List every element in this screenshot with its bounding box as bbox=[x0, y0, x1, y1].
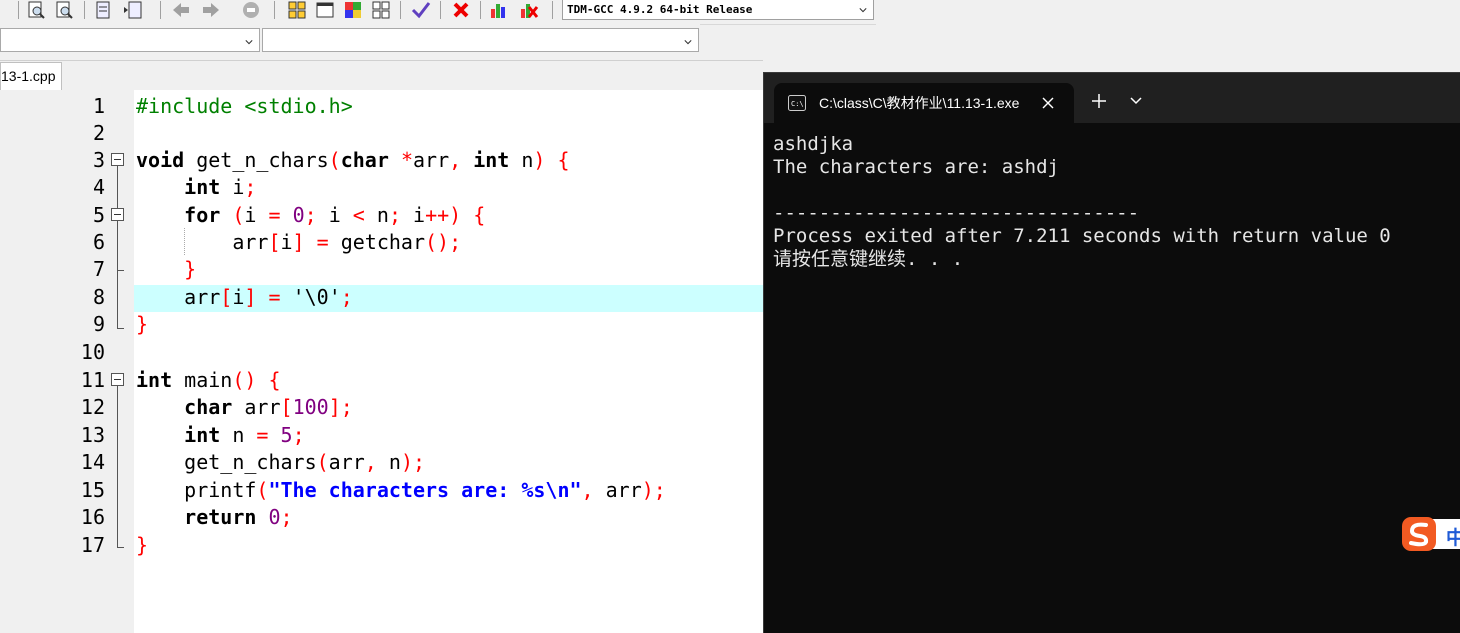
terminal-titlebar: C:\ C:\class\C\教材作业\11.13-1.exe bbox=[764, 73, 1460, 123]
fold-end bbox=[117, 328, 124, 329]
code-line: int i; bbox=[184, 175, 257, 199]
line-number: 1 bbox=[92, 94, 105, 118]
line-number: 14 bbox=[80, 450, 105, 474]
terminal-window[interactable]: C:\ C:\class\C\教材作业\11.13-1.exe ashdjka … bbox=[763, 72, 1460, 633]
fold-toggle[interactable] bbox=[111, 208, 124, 221]
close-icon[interactable] bbox=[1038, 93, 1058, 113]
fold-guide bbox=[117, 386, 118, 548]
find-icon[interactable] bbox=[26, 0, 48, 20]
line-number-gutter: 1 2 3 4 5 6 7 8 9 10 11 12 13 14 15 16 1… bbox=[0, 90, 134, 633]
code-line: char arr[100]; bbox=[184, 395, 353, 419]
line-number: 15 bbox=[80, 478, 105, 502]
editor-tabbar: 13-1.cpp bbox=[0, 60, 763, 91]
fold-guide bbox=[117, 166, 118, 329]
code-line: return 0; bbox=[184, 505, 293, 529]
terminal-tab[interactable]: C:\ C:\class\C\教材作业\11.13-1.exe bbox=[774, 83, 1074, 123]
delete-icon[interactable] bbox=[450, 0, 472, 20]
terminal-line: 请按任意键继续. . . bbox=[773, 248, 964, 270]
code-line: } bbox=[136, 312, 149, 336]
toolbar-separator bbox=[18, 1, 19, 19]
tile-icon[interactable] bbox=[370, 0, 392, 20]
chevron-down-icon bbox=[684, 40, 692, 45]
code-line: get_n_chars(arr, n); bbox=[136, 450, 426, 474]
window-icon[interactable] bbox=[314, 0, 336, 20]
line-number: 2 bbox=[92, 121, 105, 145]
line-number: 4 bbox=[92, 175, 105, 199]
code-line: arr[i] = getchar(); bbox=[136, 230, 462, 254]
fold-toggle[interactable] bbox=[111, 153, 124, 166]
terminal-line: The characters are: ashdj bbox=[773, 156, 1059, 178]
stop-icon[interactable] bbox=[240, 0, 262, 20]
line-number: 5 bbox=[92, 203, 105, 227]
class-combo[interactable] bbox=[0, 28, 260, 52]
toolbar-separator bbox=[552, 1, 553, 19]
main-toolbar: TDM-GCC 4.9.2 64-bit Release bbox=[0, 0, 876, 25]
console-icon: C:\ bbox=[788, 95, 806, 111]
forward-icon[interactable] bbox=[200, 0, 222, 20]
compiler-select-value: TDM-GCC 4.9.2 64-bit Release bbox=[567, 3, 753, 16]
check-icon[interactable] bbox=[410, 0, 432, 20]
unindent-icon[interactable] bbox=[122, 0, 144, 20]
code-line: printf("The characters are: %s\n", arr); bbox=[136, 478, 666, 502]
back-icon[interactable] bbox=[170, 0, 192, 20]
toolbar-separator bbox=[440, 1, 441, 19]
chevron-down-icon[interactable] bbox=[1126, 91, 1146, 111]
line-number: 12 bbox=[80, 395, 105, 419]
new-tab-icon[interactable] bbox=[1089, 91, 1109, 111]
line-number: 9 bbox=[92, 312, 105, 336]
chart-icon[interactable] bbox=[488, 0, 510, 20]
chevron-down-icon bbox=[859, 8, 867, 13]
code-line: int main() { bbox=[136, 368, 281, 392]
chevron-down-icon bbox=[245, 40, 253, 45]
fold-toggle[interactable] bbox=[111, 373, 124, 386]
code-line: void get_n_chars(char *arr, int n) { bbox=[136, 148, 570, 172]
tab-file-label: 13-1.cpp bbox=[1, 68, 56, 84]
chart-delete-icon[interactable] bbox=[518, 0, 540, 20]
line-number: 8 bbox=[92, 285, 105, 309]
fold-end bbox=[117, 270, 124, 271]
line-number: 13 bbox=[80, 423, 105, 447]
code-line: } bbox=[136, 533, 149, 557]
terminal-line: Process exited after 7.211 seconds with … bbox=[773, 225, 1391, 247]
code-line: int n = 5; bbox=[184, 423, 305, 447]
class-browser-bar bbox=[0, 24, 700, 60]
code-editor[interactable]: 1 2 3 4 5 6 7 8 9 10 11 12 13 14 15 16 1… bbox=[0, 90, 763, 633]
fold-end bbox=[117, 547, 124, 548]
code-line: for (i = 0; i < n; i++) { bbox=[184, 203, 486, 227]
line-number: 6 bbox=[92, 230, 105, 254]
code-line: } bbox=[184, 257, 197, 281]
line-number: 7 bbox=[92, 257, 105, 281]
replace-icon[interactable] bbox=[54, 0, 76, 20]
terminal-tab-title: C:\class\C\教材作业\11.13-1.exe bbox=[819, 95, 1020, 111]
code-line: arr[i] = '\0'; bbox=[136, 285, 353, 309]
member-combo[interactable] bbox=[262, 28, 699, 52]
line-number: 10 bbox=[80, 340, 105, 364]
toolbar-separator bbox=[160, 1, 161, 19]
toolbar-separator bbox=[400, 1, 401, 19]
toolbar-separator bbox=[84, 1, 85, 19]
grid-icon[interactable] bbox=[286, 0, 308, 20]
palette-icon[interactable] bbox=[342, 0, 364, 20]
line-number: 17 bbox=[80, 533, 105, 557]
tab-file[interactable]: 13-1.cpp bbox=[0, 62, 62, 90]
ime-mode-label: 中 bbox=[1446, 527, 1460, 549]
line-number: 16 bbox=[80, 505, 105, 529]
terminal-line: ashdjka bbox=[773, 133, 854, 155]
line-number: 11 bbox=[80, 368, 105, 392]
toolbar-separator bbox=[274, 1, 275, 19]
terminal-line: -------------------------------- bbox=[773, 202, 1140, 224]
toolbar-separator bbox=[480, 1, 481, 19]
compiler-select[interactable]: TDM-GCC 4.9.2 64-bit Release bbox=[562, 0, 874, 20]
code-line: #include <stdio.h> bbox=[136, 94, 353, 118]
svg-text:C:\: C:\ bbox=[791, 100, 804, 108]
indent-icon[interactable] bbox=[92, 0, 114, 20]
line-number: 3 bbox=[92, 148, 105, 172]
